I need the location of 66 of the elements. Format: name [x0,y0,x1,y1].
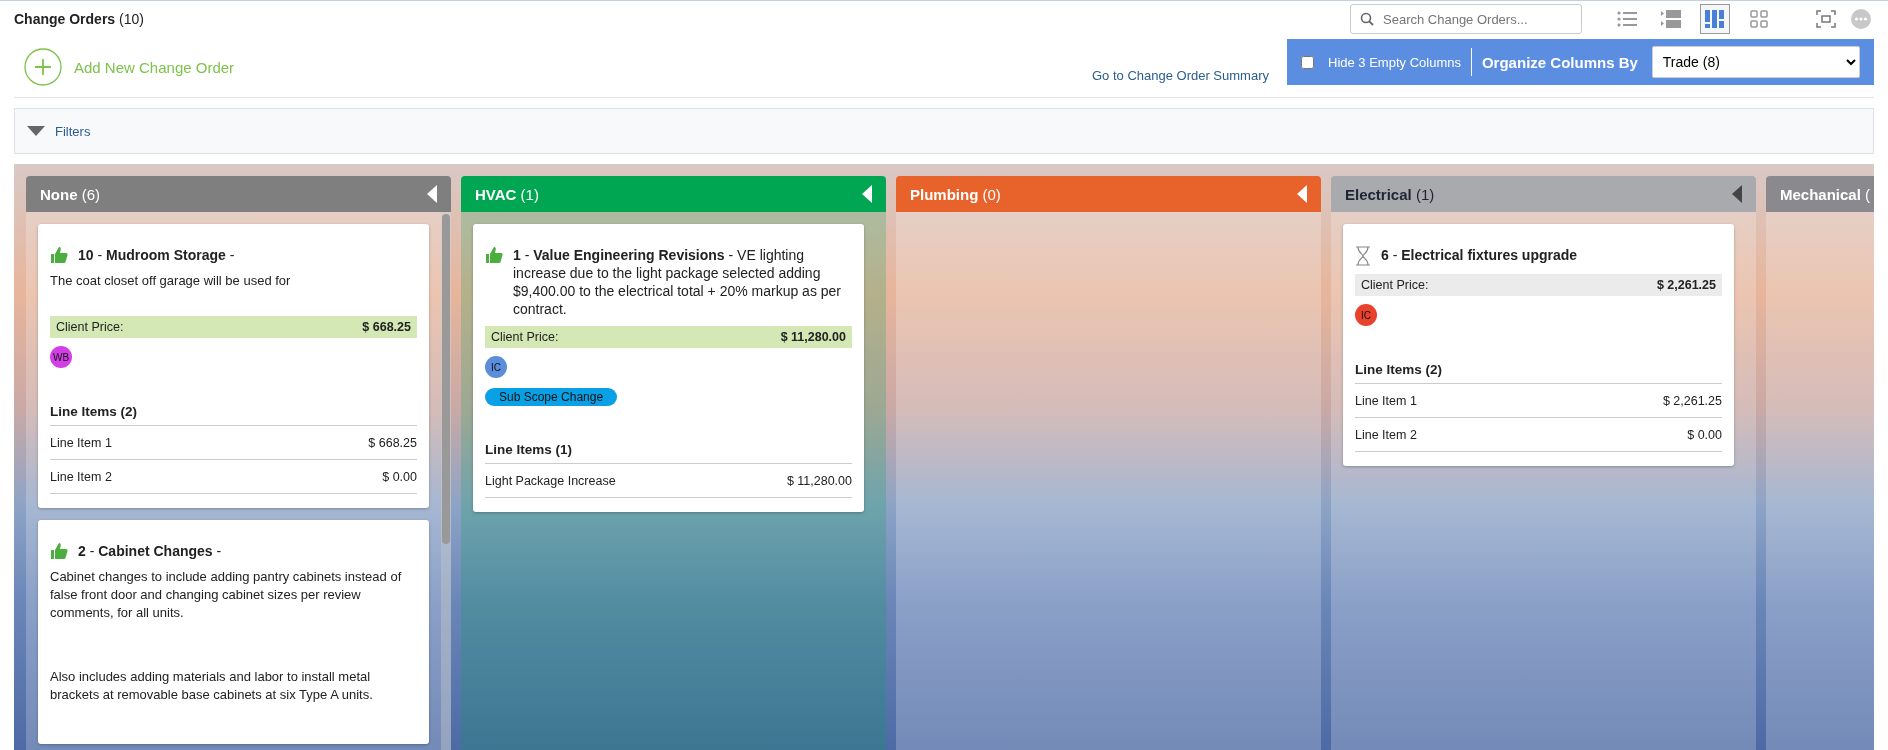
column-header[interactable]: None (6) [26,176,451,212]
collapse-icon[interactable] [862,185,872,203]
line-items-title: Line Items (2) [50,404,417,426]
line-item-name: Line Item 2 [50,470,112,484]
plus-icon [24,48,62,86]
column-title: Mechanical ( [1780,185,1871,203]
filters-label: Filters [55,123,91,139]
card-heading: 6 - Electrical fixtures upgrade [1381,246,1578,264]
search-field[interactable]: Search Change Orders... [1350,4,1582,34]
collapse-icon[interactable] [1297,185,1307,203]
column-header[interactable]: Plumbing (0) [896,176,1321,212]
price-value: $ 668.25 [362,320,411,334]
card-heading: 2 - Cabinet Changes - [78,542,222,560]
line-items-title: Line Items (2) [1355,362,1722,384]
card-heading: 10 - Mudroom Storage - [78,246,235,264]
scrollbar[interactable] [442,214,450,544]
column-header[interactable]: Electrical (1) [1331,176,1756,212]
avatar: IC [1355,304,1377,326]
price-label: Client Price: [491,330,559,344]
list-icon [1617,10,1637,28]
column-title: Plumbing (0) [910,185,1001,203]
line-item-amount: $ 0.00 [1687,428,1722,442]
filters-bar[interactable]: Filters [14,108,1874,154]
column-header[interactable]: Mechanical ( [1766,176,1874,212]
columns-icon [1705,10,1725,28]
change-order-summary-link[interactable]: Go to Change Order Summary [1091,67,1269,83]
search-icon [1360,12,1374,26]
price-label: Client Price: [1361,278,1429,292]
collapse-icon[interactable] [1732,185,1742,203]
line-item-amount: $ 0.00 [382,470,417,484]
column-title: HVAC (1) [475,185,539,203]
change-order-card[interactable]: 10 - Mudroom Storage - The coat closet off garage will be used for Client Price: $ 668.25 WB Line Items (2) Line Item 1 $ 668.25 Line Item 2 $ 0.00 [38,224,429,508]
fullscreen-icon [1816,10,1836,28]
board-view-button[interactable] [1700,4,1730,34]
card-description: Also includes adding materials and labor to install metal brackets at removable base cabinets at six Type A units. [50,668,374,704]
change-order-card[interactable] [473,224,864,512]
price-value: $ 11,280.00 [780,330,846,344]
more-icon [1850,8,1872,30]
card-description: Cabinet changes to include adding pantry cabinets instead of false front door and changing cabinet sizes per review comments, for all units. [50,568,403,622]
organize-select[interactable]: Trade (8) [1651,46,1860,78]
avatar: IC [485,356,507,378]
checkbox[interactable] [1301,55,1314,69]
card-heading: 1 - Value Engineering Revisions - VE lighting increase due to the light package selected adding $9,400.00 to the electrical total + 20% markup as per contract. [513,246,843,318]
card-description: The coat closet off garage will be used for [50,272,292,290]
line-item-name: Line Item 2 [1355,428,1417,442]
tag: Sub Scope Change [485,388,618,406]
change-order-card[interactable]: 6 - Electrical fixtures upgrade Client Price: $ 2,261.25 IC Line Items (2) Line Item 1 $ 2,261.25 Line Item 2 $ 0.00 [1343,224,1734,466]
column-title: None (6) [40,185,100,203]
rows-icon [1661,10,1681,28]
line-item-name: Line Item 1 [1355,394,1417,408]
grid-icon [1750,10,1768,28]
line-item-amount: $ 2,261.25 [1662,394,1722,408]
line-item-name: Line Item 1 [50,436,112,450]
change-order-card[interactable] [38,520,429,744]
price-label: Client Price: [56,320,124,334]
price-value: $ 2,261.25 [1656,278,1716,292]
collapse-icon[interactable] [427,185,437,203]
line-item-amount: $ 11,280.00 [786,474,852,488]
page-title: Change Orders (10) [14,11,144,27]
line-item-name: Light Package Increase [485,474,616,488]
avatar: WB [50,346,72,368]
line-items-title: Line Items (1) [485,442,852,464]
fullscreen-button[interactable] [1814,8,1838,30]
column-title: Electrical (1) [1345,185,1435,203]
organize-label: Organize Columns By [1481,53,1638,71]
line-item-amount: $ 668.25 [368,436,417,450]
